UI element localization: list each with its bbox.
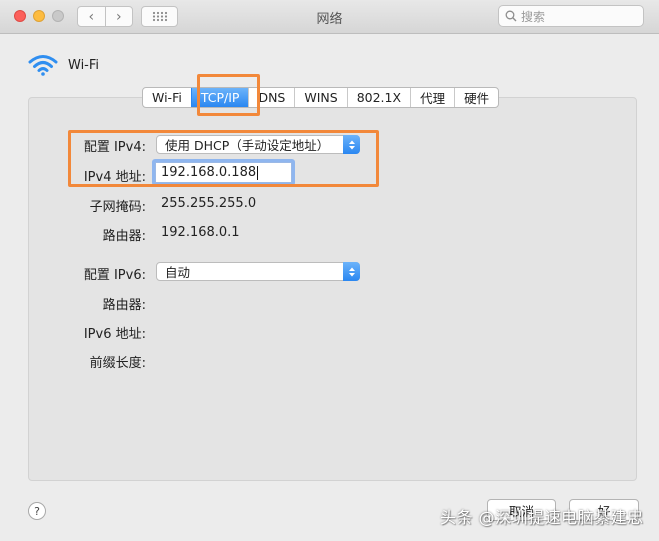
ipv4-router-value: 192.168.0.1	[161, 225, 240, 240]
updown-arrows-icon	[343, 135, 360, 154]
configure-ipv4-label: 配置 IPv4:	[83, 140, 146, 155]
ipv4-address-label: IPv4 地址:	[83, 170, 146, 185]
configure-ipv6-label: 配置 IPv6:	[83, 268, 146, 283]
tab-8021x[interactable]: 802.1X	[346, 88, 410, 107]
tab-proxy[interactable]: 代理	[410, 88, 454, 107]
wifi-icon	[28, 55, 58, 76]
text-caret	[257, 165, 259, 180]
search-placeholder: 搜索	[521, 9, 546, 24]
help-button[interactable]: ?	[28, 502, 46, 520]
configure-ipv6-value: 自动	[165, 265, 191, 280]
tab-hardware[interactable]: 硬件	[454, 88, 498, 107]
interface-name: Wi-Fi	[68, 57, 100, 73]
watermark-text: 头条 @深圳提速电脑綦建忠	[440, 508, 644, 527]
ipv4-address-input[interactable]: 192.168.0.188	[155, 162, 292, 183]
ipv4-router-label: 路由器:	[102, 229, 146, 244]
tab-wifi[interactable]: Wi-Fi	[143, 88, 191, 107]
search-icon	[505, 10, 517, 22]
tab-dns[interactable]: DNS	[248, 88, 294, 107]
tab-wins[interactable]: WINS	[294, 88, 346, 107]
configure-ipv6-select[interactable]: 自动	[156, 262, 360, 281]
search-field[interactable]: 搜索	[498, 5, 644, 27]
title-bar: ‹ › 网络 搜索	[0, 0, 659, 34]
prefix-length-label: 前缀长度:	[89, 356, 146, 371]
updown-arrows-icon	[343, 262, 360, 281]
question-icon: ?	[34, 504, 40, 518]
configure-ipv4-value: 使用 DHCP（手动设定地址）	[165, 138, 330, 153]
tab-tcpip[interactable]: TCP/IP	[190, 88, 249, 107]
ipv6-address-label: IPv6 地址:	[83, 327, 146, 342]
subnet-mask-value: 255.255.255.0	[161, 196, 257, 211]
ipv6-router-label: 路由器:	[102, 298, 146, 313]
subnet-mask-label: 子网掩码:	[89, 200, 146, 215]
ipv4-address-value: 192.168.0.188	[161, 165, 257, 180]
configure-ipv4-select[interactable]: 使用 DHCP（手动设定地址）	[156, 135, 360, 154]
interface-header: Wi-Fi	[28, 54, 99, 76]
tab-bar: Wi-Fi TCP/IP DNS WINS 802.1X 代理 硬件	[142, 87, 500, 108]
